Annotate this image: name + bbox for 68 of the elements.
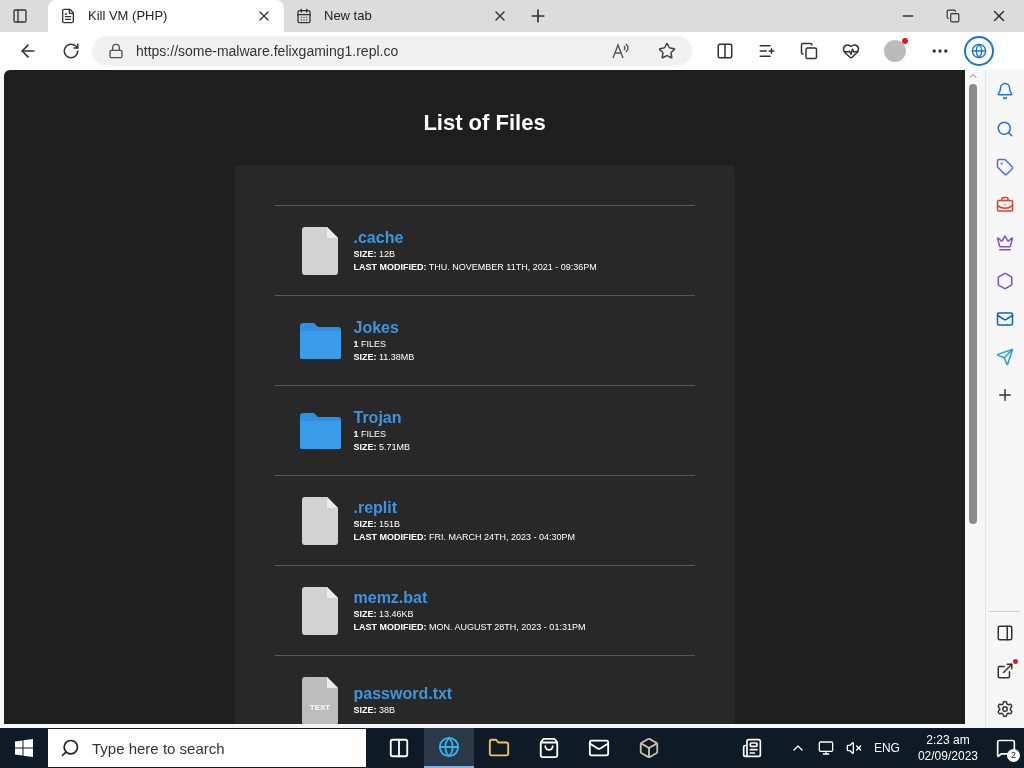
file-name-link[interactable]: memz.bat — [353, 587, 586, 608]
file-detail: SIZE: 38B — [353, 704, 397, 717]
browser-tab[interactable]: New tab — [284, 0, 520, 32]
tab-actions-icon[interactable] — [12, 8, 28, 24]
windows-logo-icon[interactable] — [15, 739, 33, 757]
file-detail: SIZE: 5.71MB — [353, 440, 411, 454]
file-name-link[interactable]: .cache — [353, 227, 597, 248]
file-detail: 1 FILES — [353, 427, 388, 441]
search-icon — [60, 738, 80, 758]
settings-icon[interactable] — [996, 700, 1014, 718]
news-icon[interactable] — [741, 738, 762, 758]
clock-time: 2:23 am — [926, 732, 970, 748]
tag-icon[interactable] — [996, 158, 1014, 176]
refresh-icon[interactable] — [62, 42, 80, 60]
profile-avatar[interactable] — [884, 40, 906, 62]
file-type-label: TEXT — [308, 701, 332, 714]
toolbox-icon[interactable] — [996, 196, 1014, 214]
file-icon — [302, 496, 338, 545]
external-link-icon[interactable] — [996, 662, 1014, 680]
send-icon[interactable] — [996, 348, 1014, 366]
file-icon — [302, 226, 338, 275]
tab-title: Kill VM (PHP) — [88, 7, 169, 26]
favorites-icon[interactable] — [758, 42, 776, 60]
collections-icon[interactable] — [800, 42, 818, 60]
cube-app-icon[interactable] — [638, 737, 660, 759]
file-detail: 1 FILES — [353, 337, 388, 351]
file-name-link[interactable]: password.txt — [353, 684, 453, 704]
task-view-icon[interactable] — [388, 737, 410, 759]
read-aloud-icon[interactable] — [612, 43, 630, 59]
file-icon — [302, 676, 338, 724]
file-detail: SIZE: 151B — [353, 517, 402, 531]
volume-muted-icon[interactable] — [845, 740, 862, 756]
folder-icon — [298, 321, 342, 360]
clock-date: 02/09/2023 — [917, 748, 978, 764]
split-screen-icon[interactable] — [716, 42, 734, 60]
browser-tab[interactable]: Kill VM (PHP) — [48, 0, 284, 32]
file-name-link[interactable]: Trojan — [353, 407, 411, 428]
search-icon[interactable] — [996, 120, 1014, 138]
performance-icon[interactable] — [842, 42, 860, 60]
address-bar[interactable]: https://some-malware.felixgaming1.repl.co — [92, 36, 692, 66]
bell-icon[interactable] — [996, 82, 1014, 100]
file-detail: SIZE: 13.46KB — [353, 607, 415, 621]
notification-count: 2 — [1007, 749, 1020, 762]
file-icon — [302, 586, 338, 635]
file-detail: LAST MODIFIED: FRI. MARCH 24TH, 2023 - 04:30PM — [353, 530, 576, 544]
lock-icon — [108, 43, 124, 59]
file-name-link[interactable]: Jokes — [353, 317, 415, 338]
file-explorer-icon[interactable] — [488, 737, 510, 759]
taskbar-search-field[interactable]: Type here to search — [48, 729, 366, 767]
file-detail: LAST MODIFIED: MON. AUGUST 28TH, 2023 - 01:31PM — [353, 620, 586, 634]
page-icon — [60, 8, 76, 24]
restore-icon[interactable] — [946, 9, 960, 23]
favorite-star-icon[interactable] — [658, 42, 676, 60]
sidebar-toggle-icon[interactable] — [996, 624, 1014, 642]
file-detail: LAST MODIFIED: THU. NOVEMBER 11TH, 2021 - 09:36PM — [353, 260, 597, 274]
mail-app-icon[interactable] — [588, 737, 610, 759]
url-text: https://some-malware.felixgaming1.repl.co — [136, 41, 400, 61]
file-detail: SIZE: 11.38MB — [353, 350, 415, 364]
language-indicator[interactable]: ENG — [873, 739, 900, 757]
calendar-icon — [296, 8, 312, 24]
mail-icon[interactable] — [996, 310, 1014, 328]
file-name-link[interactable]: .replit — [353, 497, 576, 518]
file-detail: SIZE: 12B — [353, 247, 397, 261]
page-title: List of Files — [423, 109, 546, 137]
store-icon[interactable] — [538, 737, 560, 759]
folder-icon — [298, 411, 342, 450]
tab-title: New tab — [324, 7, 373, 26]
add-icon[interactable] — [996, 386, 1014, 404]
